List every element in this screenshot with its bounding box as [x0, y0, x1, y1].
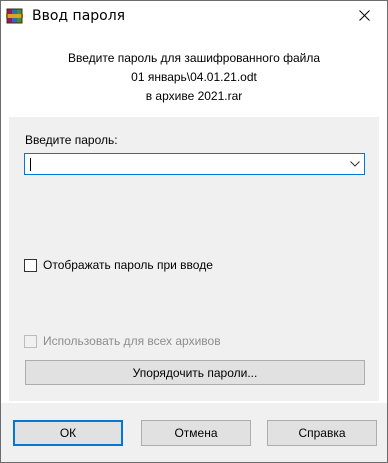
- use-for-all-option: Использовать для всех архивов: [24, 334, 221, 348]
- window-title: Ввод пароля: [32, 8, 126, 24]
- show-password-option[interactable]: Отображать пароль при вводе: [24, 258, 213, 272]
- ok-button[interactable]: ОК: [13, 420, 123, 446]
- chevron-down-icon: [350, 161, 360, 167]
- organize-passwords-button[interactable]: Упорядочить пароли...: [25, 360, 365, 385]
- use-for-all-label: Использовать для всех архивов: [43, 334, 221, 348]
- password-label: Введите пароль:: [25, 133, 118, 147]
- title-bar[interactable]: Ввод пароля: [1, 1, 387, 32]
- info-message: Введите пароль для зашифрованного файла: [67, 51, 321, 65]
- show-password-checkbox[interactable]: [24, 258, 37, 272]
- password-input[interactable]: [24, 153, 365, 175]
- help-button[interactable]: Справка: [267, 420, 377, 446]
- use-for-all-checkbox: [24, 334, 37, 348]
- cancel-button[interactable]: Отмена: [141, 420, 251, 446]
- winrar-books-icon: [6, 7, 24, 25]
- text-cursor: [30, 158, 31, 171]
- password-dialog: Ввод пароля Введите пароль для зашифрова…: [0, 0, 388, 463]
- info-archive-name: в архиве 2021.rar: [145, 89, 243, 103]
- info-file-path: 01 январь\04.01.21.odt: [131, 70, 257, 84]
- close-button[interactable]: [341, 1, 387, 32]
- show-password-label: Отображать пароль при вводе: [43, 258, 213, 272]
- close-icon: [358, 9, 370, 24]
- password-history-dropdown[interactable]: [346, 154, 364, 174]
